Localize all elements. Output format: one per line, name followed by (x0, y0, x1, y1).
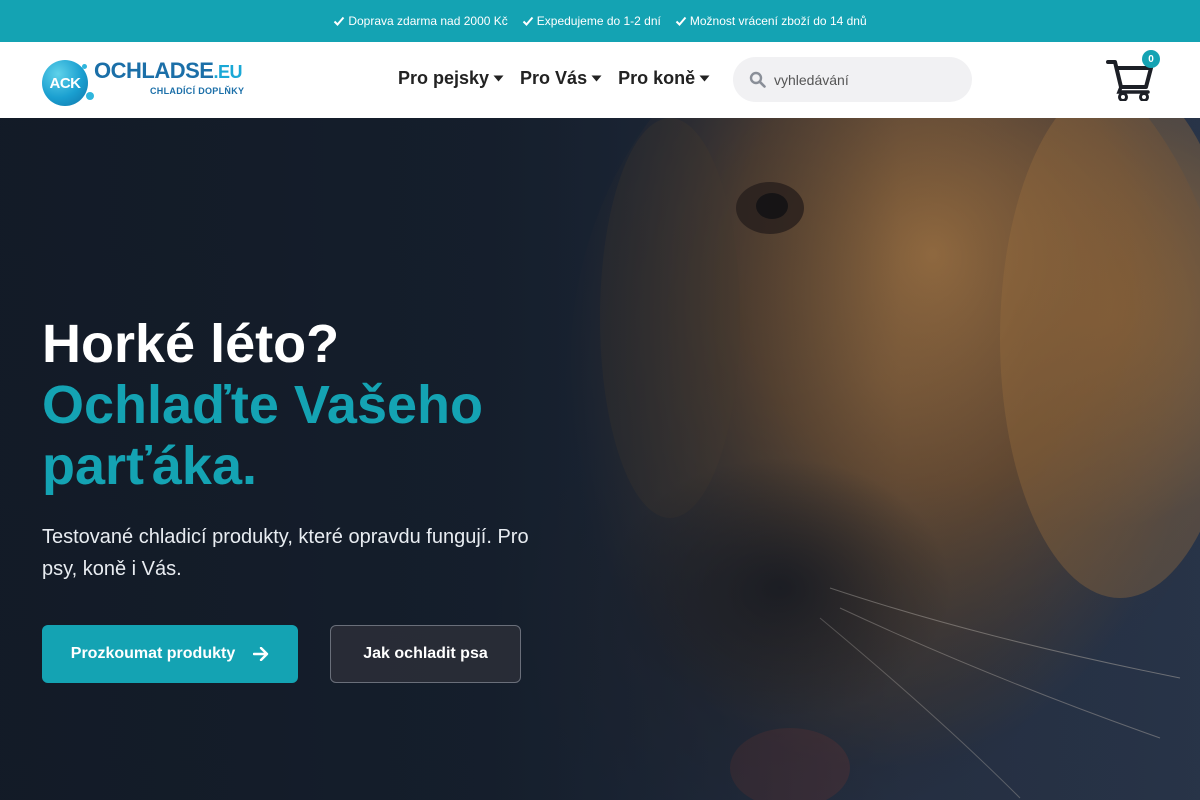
benefits-bar: Doprava zdarma nad 2000 Kč Expedujeme do… (0, 0, 1200, 42)
caret-down-icon (591, 75, 602, 82)
logo-bubble-icon (82, 64, 87, 69)
nav-item-label: Pro pejsky (398, 68, 490, 88)
search-icon (749, 71, 766, 88)
hero-title-accent: Ochlaďte Vašeho parťáka. (42, 375, 483, 496)
logo-tld: .EU (213, 62, 242, 82)
how-to-cool-dog-label: Jak ochladit psa (363, 645, 488, 662)
hero-subtitle: Testované chladicí produkty, které oprav… (42, 526, 529, 580)
hero-section: Horké léto? Ochlaďte Vašeho parťáka. Tes… (0, 118, 1200, 800)
logo-bubble-icon (86, 92, 94, 100)
benefit-returns: Možnost vrácení zboží do 14 dnů (675, 14, 867, 28)
nav-item-people[interactable]: Pro Vás (520, 68, 602, 89)
check-icon (522, 16, 534, 26)
benefit-label: Možnost vrácení zboží do 14 dnů (689, 14, 867, 28)
logo-tagline: CHLADÍCÍ DOPLŇKY (150, 86, 245, 96)
logo-ack-text: ACK (49, 74, 82, 92)
caret-down-icon (493, 75, 504, 82)
hero-title: Horké léto? Ochlaďte Vašeho parťáka. (42, 314, 602, 497)
check-icon (334, 16, 345, 26)
main-nav: Pro pejsky Pro Vás Pro koně (398, 68, 710, 89)
cart-button[interactable]: 0 (1106, 50, 1162, 103)
nav-item-label: Pro koně (618, 68, 696, 88)
site-header: ACK OCHLADSE.EU CHLADÍCÍ DOPLŇKY Pro pej… (0, 42, 1200, 118)
search-box (733, 57, 972, 102)
benefit-label: Expedujeme do 1-2 dní (536, 14, 661, 28)
explore-products-button[interactable]: Prozkoumat produkty (42, 625, 298, 683)
nav-item-dogs[interactable]: Pro pejsky (398, 68, 504, 89)
how-to-cool-dog-button[interactable]: Jak ochladit psa (330, 625, 521, 683)
explore-products-label: Prozkoumat produkty (70, 645, 236, 662)
caret-down-icon (699, 75, 710, 82)
nav-item-label: Pro Vás (520, 68, 588, 88)
benefit-free-shipping: Doprava zdarma nad 2000 Kč (333, 14, 508, 28)
check-icon (675, 16, 687, 26)
cart-count-badge: 0 (1142, 50, 1160, 68)
benefit-label: Doprava zdarma nad 2000 Kč (348, 14, 508, 28)
logo-brand-name: OCHLADSE (94, 58, 214, 83)
search-input[interactable] (774, 71, 954, 88)
nav-item-horses[interactable]: Pro koně (618, 68, 710, 89)
arrow-right-icon (253, 647, 269, 661)
site-logo[interactable]: ACK OCHLADSE.EU CHLADÍCÍ DOPLŇKY (42, 58, 248, 106)
logo-brand: OCHLADSE.EU (94, 58, 242, 84)
benefit-dispatch: Expedujeme do 1-2 dní (522, 14, 661, 28)
hero-title-line: Horké léto? (42, 314, 340, 374)
